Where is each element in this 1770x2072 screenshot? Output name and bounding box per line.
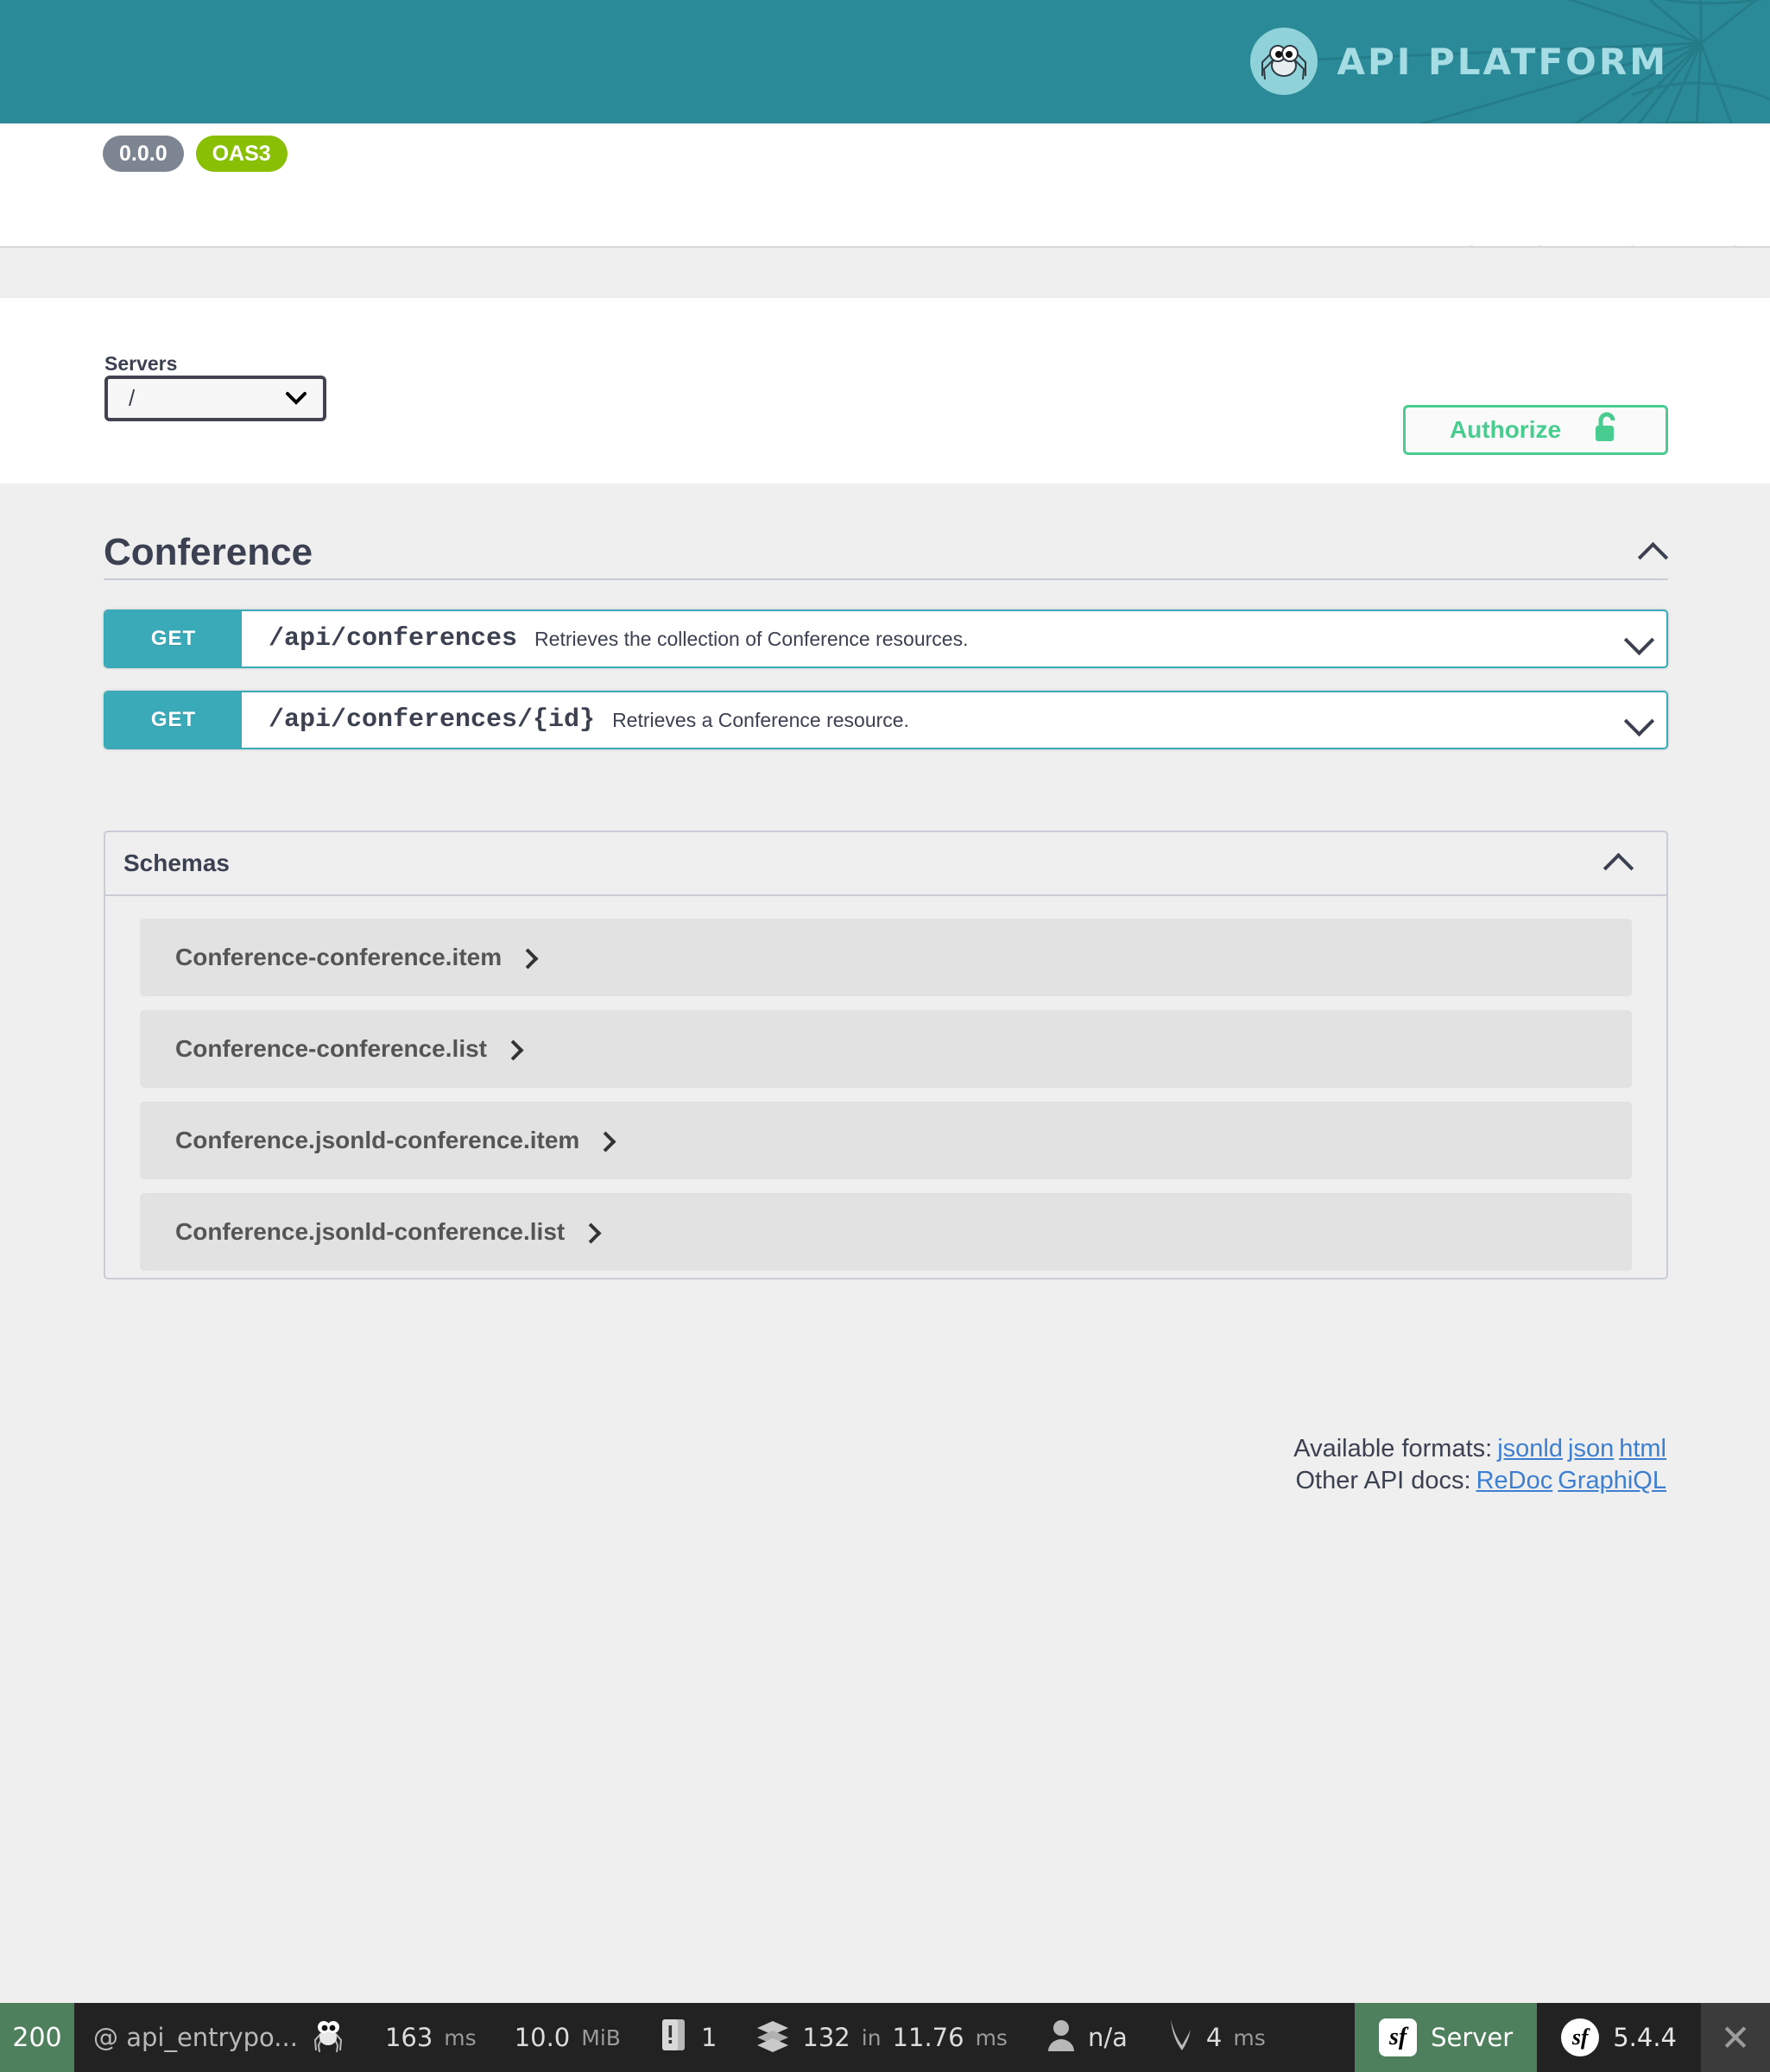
operation-expand-toggle[interactable] [1625,692,1666,748]
operation-description: Retrieves a Conference resource. [612,709,909,732]
twig-icon [1166,2016,1195,2060]
toolbar-twig-unit: ms [1233,2025,1265,2050]
format-link-json[interactable]: json [1568,1435,1614,1462]
chevron-down-icon [285,389,307,408]
toolbar-user[interactable]: n/a [1027,2003,1147,2072]
toolbar-server-label: Server [1431,2023,1513,2052]
schema-item[interactable]: Conference-conference.item [140,919,1632,996]
format-link-html[interactable]: html [1619,1435,1666,1462]
schema-name: Conference-conference.item [175,944,502,971]
toolbar-database[interactable]: 132 in 11.76 ms [736,2003,1027,2072]
chevron-right-icon [598,1134,610,1147]
operation-path: /api/conferences [269,624,517,654]
brand-text: API PLATFORM [1337,41,1668,83]
unlock-icon [1592,411,1621,450]
schema-item[interactable]: Conference.jsonld-conference.item [140,1102,1632,1179]
toolbar-user-value: n/a [1088,2023,1128,2052]
toolbar-db-queries: 132 [802,2023,850,2052]
schema-name: Conference.jsonld-conference.item [175,1127,579,1154]
section-separator [0,246,1770,298]
swagger-ui-page: API PLATFORM 0.0.0 OAS3 Servers / [0,0,1770,2072]
user-icon [1046,2017,1077,2059]
schemas-header[interactable]: Schemas [105,832,1666,896]
toolbar-twig-value: 4 [1206,2023,1222,2052]
operation-row[interactable]: GET /api/conferences/{id} Retrieves a Co… [104,691,1668,749]
docs-link-graphiql[interactable]: GraphiQL [1558,1467,1666,1494]
toolbar-server-block[interactable]: sf Server [1355,2003,1537,2072]
operation-path: /api/conferences/{id} [269,705,595,735]
spider-icon [309,2014,347,2062]
chevron-up-icon[interactable] [1639,543,1668,562]
toolbar-spacer [1285,2003,1355,2072]
toolbar-db-unit: ms [976,2025,1008,2050]
toolbar-route[interactable]: @ api_entrypo... [74,2003,366,2072]
site-header: API PLATFORM [0,0,1770,123]
toolbar-status-code[interactable]: 200 [0,2003,74,2072]
close-icon[interactable]: ✕ [1701,2003,1770,2072]
formats-footer: Available formats:jsonldjsonhtml Other A… [1293,1433,1666,1497]
scheme-container: Servers / Authorize [0,298,1770,483]
servers-select[interactable]: / [104,376,326,421]
toolbar-memory-unit: MiB [581,2025,621,2050]
api-platform-logo[interactable]: API PLATFORM [1250,28,1668,95]
toolbar-time-unit: ms [444,2025,476,2050]
schema-item[interactable]: Conference.jsonld-conference.list [140,1193,1632,1271]
schema-name: Conference.jsonld-conference.list [175,1218,565,1246]
http-method-badge: GET [105,692,242,748]
other-docs-label: Other API docs: [1296,1467,1471,1494]
schemas-list: Conference-conference.item Conference-co… [105,896,1666,1271]
servers-label: Servers [104,352,177,376]
operation-description: Retrieves the collection of Conference r… [534,628,968,651]
operation-row[interactable]: GET /api/conferences Retrieves the colle… [104,610,1668,668]
toolbar-db-in: in [862,2025,882,2050]
toolbar-version-label: 5.4.4 [1613,2023,1677,2052]
toolbar-time[interactable]: 163 ms [366,2003,496,2072]
chevron-up-icon[interactable] [1604,854,1634,873]
exception-icon [659,2016,690,2060]
toolbar-exception-count: 1 [701,2023,717,2052]
chevron-right-icon [584,1226,596,1238]
operation-summary: /api/conferences Retrieves the collectio… [242,611,1625,666]
schema-name: Conference-conference.list [175,1035,487,1063]
authorize-label: Authorize [1450,416,1561,444]
toolbar-exception[interactable]: 1 [640,2003,736,2072]
chevron-down-icon [1625,629,1654,648]
operation-summary: /api/conferences/{id} Retrieves a Confer… [242,692,1625,748]
toolbar-memory-value: 10.0 [515,2023,571,2052]
operation-expand-toggle[interactable] [1625,611,1666,666]
schemas-title: Schemas [123,850,230,877]
page-title: Conference [104,531,313,574]
available-formats-label: Available formats: [1293,1435,1492,1462]
toolbar-memory[interactable]: 10.0 MiB [496,2003,640,2072]
chevron-right-icon [521,951,533,963]
oas-badge: OAS3 [196,136,288,172]
chevron-down-icon [1625,711,1654,730]
servers-selected-value: / [129,385,135,412]
chevron-right-icon [506,1043,518,1055]
toolbar-db-time: 11.76 [893,2023,964,2052]
toolbar-route-label: @ api_entrypo... [93,2023,298,2052]
main-content: Conference GET /api/conferences Retrieve… [0,483,1770,2003]
toolbar-twig[interactable]: 4 ms [1147,2003,1285,2072]
symfony-icon: sf [1561,2018,1599,2056]
other-docs-line: Other API docs:ReDocGraphiQL [1293,1465,1666,1497]
symfony-icon: sf [1379,2018,1417,2056]
toolbar-version-block[interactable]: sf 5.4.4 [1537,2003,1701,2072]
format-link-jsonld[interactable]: jsonld [1497,1435,1563,1462]
version-badges: 0.0.0 OAS3 [103,136,288,172]
database-icon [755,2017,791,2059]
schema-item[interactable]: Conference-conference.list [140,1010,1632,1088]
toolbar-time-value: 163 [385,2023,433,2052]
symfony-debug-toolbar: 200 @ api_entrypo... 163 ms [0,2003,1770,2072]
version-badge: 0.0.0 [103,136,184,172]
spider-icon [1250,28,1318,95]
docs-link-redoc[interactable]: ReDoc [1476,1467,1553,1494]
tag-section-conference[interactable]: Conference [104,527,1668,580]
authorize-button[interactable]: Authorize [1403,405,1668,455]
available-formats-line: Available formats:jsonldjsonhtml [1293,1433,1666,1465]
http-method-badge: GET [105,611,242,666]
schemas-panel: Schemas Conference-conference.item Confe… [104,831,1668,1279]
